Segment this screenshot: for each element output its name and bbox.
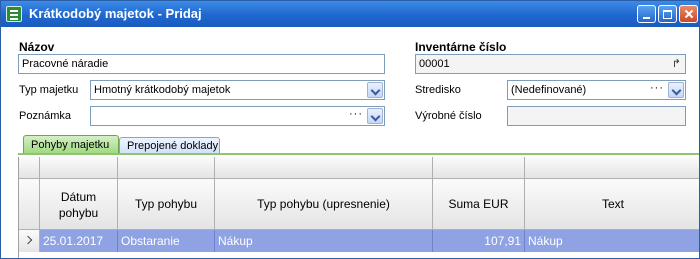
chevron-down-icon[interactable]	[668, 82, 684, 98]
poznamka-more-button[interactable]: ···	[349, 108, 363, 120]
row-header-corner	[19, 179, 40, 230]
poznamka-label: Poznámka	[19, 110, 71, 122]
chevron-down-icon[interactable]	[367, 108, 383, 124]
typ-majetku-select[interactable]: Hmotný krátkodobý majetok	[90, 80, 385, 100]
stredisko-label: Stredisko	[415, 84, 461, 96]
column-header[interactable]: Typ pohybu (upresnenie)	[215, 179, 433, 230]
tab-divider	[18, 153, 699, 155]
stredisko-select[interactable]: (Nedefinované) ···	[507, 80, 686, 100]
column-header-label: Typ pohybu (upresnenie)	[257, 197, 390, 211]
table-cell-text[interactable]: Nákup	[525, 230, 699, 252]
column-header[interactable]: Suma EUR	[433, 179, 525, 230]
inventarne-cislo-value: 00001	[419, 58, 450, 70]
table-cell-suma[interactable]: 107,91	[433, 230, 525, 252]
column-header[interactable]: Text	[525, 179, 699, 230]
external-link-icon[interactable]: ↱	[672, 57, 681, 70]
table-cell-upresnenie[interactable]: Nákup	[215, 230, 433, 252]
tab-pohyby-majetku[interactable]: Pohyby majetku	[23, 135, 119, 155]
poznamka-field[interactable]: ···	[90, 106, 385, 126]
column-header-label: Typ pohybu	[134, 197, 198, 211]
header-filler	[40, 157, 118, 179]
typ-majetku-label: Typ majetku	[19, 84, 79, 96]
header-filler	[215, 157, 433, 179]
close-button[interactable]	[679, 5, 698, 23]
header-filler	[19, 157, 40, 179]
typ-majetku-value: Hmotný krátkodobý majetok	[94, 84, 231, 96]
vyrobne-cislo-field[interactable]	[507, 106, 686, 126]
vyrobne-cislo-label: Výrobné číslo	[415, 110, 482, 122]
row-selector-chevron-icon[interactable]	[19, 230, 40, 252]
column-header[interactable]: Typ pohybu	[118, 179, 215, 230]
column-header-label: Dátum pohybu	[58, 190, 99, 220]
column-header-label: Text	[601, 197, 624, 211]
nazov-label: Názov	[19, 40, 55, 54]
window-title: Krátkodobý majetok - Pridaj	[29, 6, 202, 21]
maximize-button[interactable]	[658, 5, 677, 23]
header-filler	[525, 157, 699, 179]
stredisko-more-button[interactable]: ···	[650, 82, 664, 94]
table-cell-typ[interactable]: Obstaranie	[118, 230, 215, 252]
column-header[interactable]: Dátum pohybu	[40, 179, 118, 230]
app-icon	[6, 6, 22, 22]
header-filler	[433, 157, 525, 179]
chevron-down-icon[interactable]	[367, 82, 383, 98]
column-header-label: Suma EUR	[448, 197, 509, 211]
header-filler	[118, 157, 215, 179]
inventarne-cislo-field[interactable]: 00001 ↱	[415, 54, 686, 74]
nazov-field[interactable]: Pracovné náradie	[18, 54, 385, 74]
minimize-button[interactable]	[637, 5, 656, 23]
dialog-window: Krátkodobý majetok - Pridaj Názov Pracov…	[0, 0, 700, 259]
movements-table[interactable]: Dátum pohybu Typ pohybu Typ pohybu (upre…	[18, 157, 699, 258]
inventarne-cislo-label: Inventárne číslo	[415, 40, 507, 54]
table-cell-datum[interactable]: 25.01.2017	[40, 230, 118, 252]
stredisko-value: (Nedefinované)	[511, 84, 587, 96]
title-bar[interactable]: Krátkodobý majetok - Pridaj	[1, 1, 699, 27]
